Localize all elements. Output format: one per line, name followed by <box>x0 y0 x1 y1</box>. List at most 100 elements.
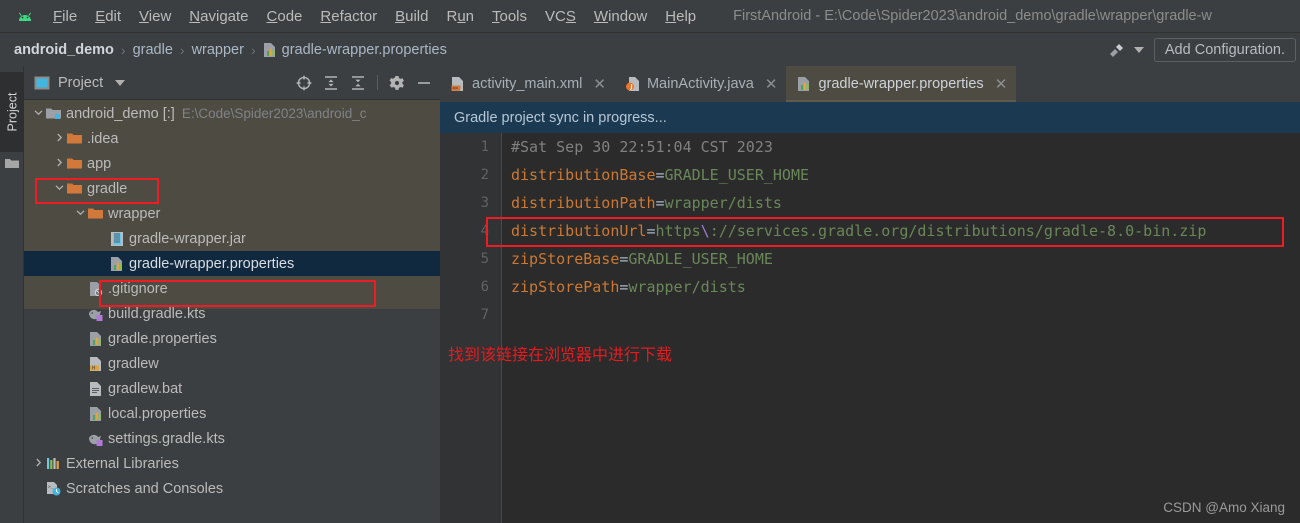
code-line[interactable]: distributionUrl=https\://services.gradle… <box>503 217 1300 245</box>
code-line[interactable]: #Sat Sep 30 22:51:04 CST 2023 <box>503 133 1300 161</box>
code-token-val: wrapper/dists <box>628 278 746 296</box>
expand-all-icon[interactable] <box>323 75 339 91</box>
menu-item-navigate[interactable]: Navigate <box>180 6 257 27</box>
menu-item-vcs[interactable]: VCS <box>536 6 585 27</box>
menu-item-file[interactable]: File <box>44 6 86 27</box>
breadcrumb-item-label: gradle-wrapper.properties <box>281 41 447 58</box>
chevron-right-icon[interactable] <box>53 158 66 170</box>
code-token-key: distributionPath <box>511 194 656 212</box>
chevron-down-icon[interactable] <box>1133 46 1144 53</box>
tree-row-label: android_demo [:] <box>66 105 175 122</box>
breadcrumb-separator: › <box>179 41 185 58</box>
menu-item-refactor[interactable]: Refactor <box>311 6 386 27</box>
tree-row[interactable]: .idea <box>24 126 440 151</box>
code-token-key: zipStorePath <box>511 278 620 296</box>
close-icon[interactable]: ✕ <box>765 75 778 93</box>
add-configuration-button[interactable]: Add Configuration. <box>1153 37 1296 62</box>
tree-row[interactable]: gradlew.bat <box>24 376 440 401</box>
tree-row[interactable]: gradle.properties <box>24 326 440 351</box>
menu-item-run[interactable]: Run <box>437 6 483 27</box>
svg-text:<>: <> <box>453 87 459 91</box>
code-line[interactable] <box>503 301 1300 329</box>
close-icon[interactable]: ✕ <box>593 75 606 93</box>
project-view-icon <box>34 76 50 90</box>
tool-window-tab-project[interactable]: Project <box>0 72 24 152</box>
tree-row[interactable]: build.gradle.kts <box>24 301 440 326</box>
menu-bar: File Edit View Navigate Code Refactor Build Run… <box>0 0 1300 33</box>
tree-row[interactable]: External Libraries <box>24 451 440 476</box>
code-token-key: distributionBase <box>511 166 656 184</box>
tree-row[interactable]: settings.gradle.kts <box>24 426 440 451</box>
breadcrumb-item-3[interactable]: gradle-wrapper.properties <box>263 42 447 58</box>
project-tool-window: Project android_demo [:] E:\Code\Spider2… <box>24 66 440 523</box>
menu-items: File Edit View Navigate Code Refactor Build Run… <box>44 6 705 27</box>
code-line[interactable]: distributionPath=wrapper/dists <box>503 189 1300 217</box>
locate-target-icon[interactable] <box>296 75 312 91</box>
tree-row[interactable]: >_ Scratches and Consoles <box>24 476 440 501</box>
code-line[interactable]: zipStorePath=wrapper/dists <box>503 273 1300 301</box>
code-token-eq: = <box>655 166 665 184</box>
code-token-esc: \ <box>700 222 710 240</box>
navigation-bar: android_demo › gradle › wrapper › gradle-wrapp… <box>0 33 1300 66</box>
java-file-icon <box>625 77 640 91</box>
project-panel-toolbar <box>296 75 440 91</box>
chevron-right-icon[interactable] <box>53 133 66 145</box>
breadcrumb-item-2[interactable]: wrapper <box>192 42 244 58</box>
annotation-text: 找到该链接在浏览器中进行下载 <box>448 345 673 364</box>
tree-row[interactable]: gradle-wrapper.properties <box>24 251 440 276</box>
tree-row[interactable]: .gitignore <box>24 276 440 301</box>
watermark: CSDN @Amo Xiang <box>1163 500 1285 515</box>
project-panel-title: Project <box>58 74 104 91</box>
menu-item-help[interactable]: Help <box>656 6 705 27</box>
line-number-gutter: 1 2 3 4 5 6 7 <box>440 133 502 523</box>
chevron-down-icon[interactable] <box>115 79 126 86</box>
breadcrumb-item-label: gradle <box>132 41 173 58</box>
chevron-down-icon[interactable] <box>32 108 45 120</box>
menu-item-edit[interactable]: Edit <box>86 6 130 27</box>
folder-icon[interactable] <box>5 156 19 174</box>
code-content[interactable]: #Sat Sep 30 22:51:04 CST 2023 distributio… <box>503 133 1300 329</box>
editor-tab[interactable]: gradle-wrapper.properties ✕ <box>786 66 1017 102</box>
tree-row[interactable]: app <box>24 151 440 176</box>
folder-icon <box>66 182 83 195</box>
code-token-val: GRADLE_USER_HOME <box>628 250 773 268</box>
tree-row[interactable]: gradle-wrapper.jar <box>24 226 440 251</box>
chevron-right-icon[interactable] <box>32 458 45 470</box>
settings-gear-icon[interactable] <box>389 75 405 91</box>
menu-item-build[interactable]: Build <box>386 6 437 27</box>
editor-tab[interactable]: <> activity_main.xml ✕ <box>440 66 615 102</box>
tree-row[interactable]: wrapper <box>24 201 440 226</box>
menu-item-view[interactable]: View <box>130 6 180 27</box>
breadcrumb-item-0[interactable]: android_demo <box>14 42 114 58</box>
android-logo-icon <box>12 9 38 23</box>
gradle-sync-banner: Gradle project sync in progress... <box>440 102 1300 133</box>
gradle-kts-file-icon <box>87 432 104 446</box>
android-studio-window: File Edit View Navigate Code Refactor Build Run… <box>0 0 1300 523</box>
project-tree[interactable]: android_demo [:] E:\Code\Spider2023\andro… <box>24 100 440 523</box>
tree-row-label: Scratches and Consoles <box>66 480 224 497</box>
run-device-icon[interactable] <box>1106 41 1126 59</box>
editor-tab[interactable]: MainActivity.java ✕ <box>614 66 787 102</box>
tree-row[interactable]: local.properties <box>24 401 440 426</box>
code-line[interactable]: distributionBase=GRADLE_USER_HOME <box>503 161 1300 189</box>
chevron-down-icon[interactable] <box>74 208 87 220</box>
collapse-all-icon[interactable] <box>350 75 366 91</box>
tree-row[interactable]: Hgradlew <box>24 351 440 376</box>
code-line[interactable]: zipStoreBase=GRADLE_USER_HOME <box>503 245 1300 273</box>
shell-script-file-icon: H <box>87 356 104 371</box>
breadcrumb-item-1[interactable]: gradle <box>133 42 173 58</box>
code-editor[interactable]: 1 2 3 4 5 6 7 #Sat Sep 30 22:51:04 CST 2023 dis… <box>440 133 1300 523</box>
hide-minimize-icon[interactable] <box>416 75 432 91</box>
tree-row[interactable]: gradle <box>24 176 440 201</box>
code-token-val: ://services.gradle.org/distributions/gra… <box>709 222 1207 240</box>
menu-item-tools[interactable]: Tools <box>483 6 536 27</box>
tree-row[interactable]: android_demo [:] E:\Code\Spider2023\andro… <box>24 101 440 126</box>
menu-item-code[interactable]: Code <box>258 6 312 27</box>
folder-icon <box>66 157 83 170</box>
menu-item-window[interactable]: Window <box>585 6 656 27</box>
editor-tab-label: activity_main.xml <box>472 76 583 92</box>
chevron-down-icon[interactable] <box>53 183 66 195</box>
close-icon[interactable]: ✕ <box>995 75 1008 93</box>
tree-row-label: gradle.properties <box>108 330 217 347</box>
svg-text:>_: >_ <box>48 485 54 490</box>
